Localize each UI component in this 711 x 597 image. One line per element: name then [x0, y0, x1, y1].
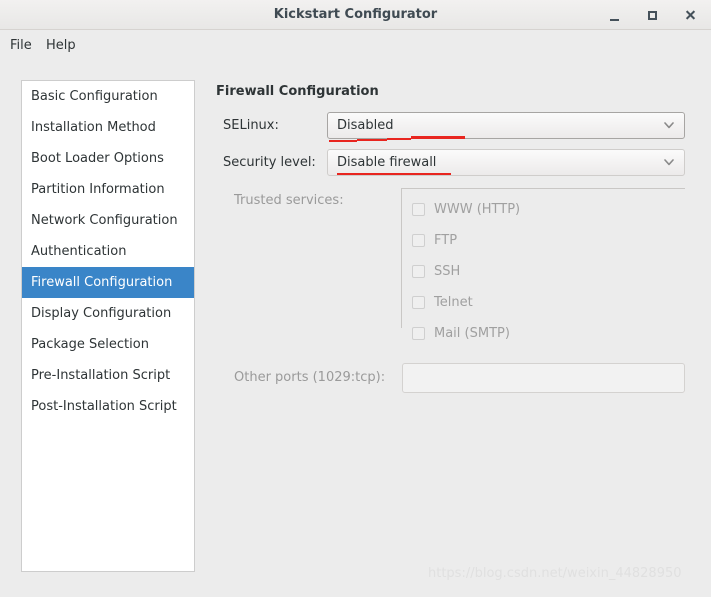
- sidebar-item-post-installation-script[interactable]: Post-Installation Script: [22, 391, 194, 422]
- trusted-service-label: SSH: [434, 264, 461, 279]
- maximize-icon: [648, 11, 657, 20]
- watermark-text: https://blog.csdn.net/weixin_44828950: [428, 566, 682, 581]
- close-button[interactable]: [682, 7, 699, 24]
- minimize-icon: [610, 19, 619, 21]
- sidebar-item-network-configuration[interactable]: Network Configuration: [22, 205, 194, 236]
- annotation-underline-selinux-seg3: [387, 138, 411, 140]
- checkbox-www-http[interactable]: [412, 203, 425, 216]
- checkbox-ssh[interactable]: [412, 265, 425, 278]
- trusted-service-label: WWW (HTTP): [434, 202, 521, 217]
- window-title: Kickstart Configurator: [273, 7, 438, 22]
- maximize-button[interactable]: [644, 7, 661, 24]
- sidebar-item-display-configuration[interactable]: Display Configuration: [22, 298, 194, 329]
- trusted-service-label: FTP: [434, 233, 458, 248]
- close-icon: [685, 10, 696, 21]
- checkbox-ftp[interactable]: [412, 234, 425, 247]
- other-ports-input[interactable]: [402, 363, 685, 393]
- sidebar-item-installation-method[interactable]: Installation Method: [22, 112, 194, 143]
- security-level-value: Disable firewall: [337, 155, 437, 170]
- annotation-underline-security-level: [337, 173, 451, 175]
- sidebar-list[interactable]: Basic Configuration Installation Method …: [21, 80, 195, 572]
- sidebar-item-authentication[interactable]: Authentication: [22, 236, 194, 267]
- security-level-label: Security level:: [223, 155, 316, 170]
- security-level-dropdown[interactable]: Disable firewall: [327, 149, 685, 176]
- sidebar-item-firewall-configuration[interactable]: Firewall Configuration: [22, 267, 194, 298]
- firewall-configuration-panel: Firewall Configuration SELinux: Disabled…: [216, 80, 691, 572]
- menu-item-help[interactable]: Help: [46, 30, 76, 62]
- trusted-service-label: Telnet: [434, 295, 473, 310]
- minimize-button[interactable]: [606, 7, 623, 24]
- sidebar-item-basic-configuration[interactable]: Basic Configuration: [22, 81, 194, 112]
- checkbox-telnet[interactable]: [412, 296, 425, 309]
- checkbox-mail-smtp[interactable]: [412, 327, 425, 340]
- annotation-underline-selinux-seg4: [411, 136, 465, 139]
- sidebar-item-boot-loader-options[interactable]: Boot Loader Options: [22, 143, 194, 174]
- sidebar-item-partition-information[interactable]: Partition Information: [22, 174, 194, 205]
- selinux-label: SELinux:: [223, 118, 279, 133]
- sidebar-item-pre-installation-script[interactable]: Pre-Installation Script: [22, 360, 194, 391]
- trusted-services-label: Trusted services:: [234, 193, 344, 208]
- annotation-underline-selinux-seg2: [357, 139, 387, 141]
- selinux-dropdown[interactable]: Disabled: [327, 112, 685, 139]
- annotation-underline-selinux-seg1: [329, 140, 357, 142]
- chevron-down-icon: [664, 159, 674, 166]
- sidebar-item-package-selection[interactable]: Package Selection: [22, 329, 194, 360]
- menu-item-file[interactable]: File: [10, 30, 32, 62]
- page-title: Firewall Configuration: [216, 84, 379, 99]
- other-ports-label: Other ports (1029:tcp):: [234, 370, 386, 385]
- trusted-service-label: Mail (SMTP): [434, 326, 510, 341]
- window-titlebar: Kickstart Configurator: [0, 0, 711, 30]
- menubar: File Help: [0, 30, 711, 62]
- trusted-services-list[interactable]: WWW (HTTP) FTP SSH Telnet Mail (SMTP): [401, 188, 685, 341]
- selinux-value: Disabled: [337, 118, 394, 133]
- chevron-down-icon: [664, 122, 674, 129]
